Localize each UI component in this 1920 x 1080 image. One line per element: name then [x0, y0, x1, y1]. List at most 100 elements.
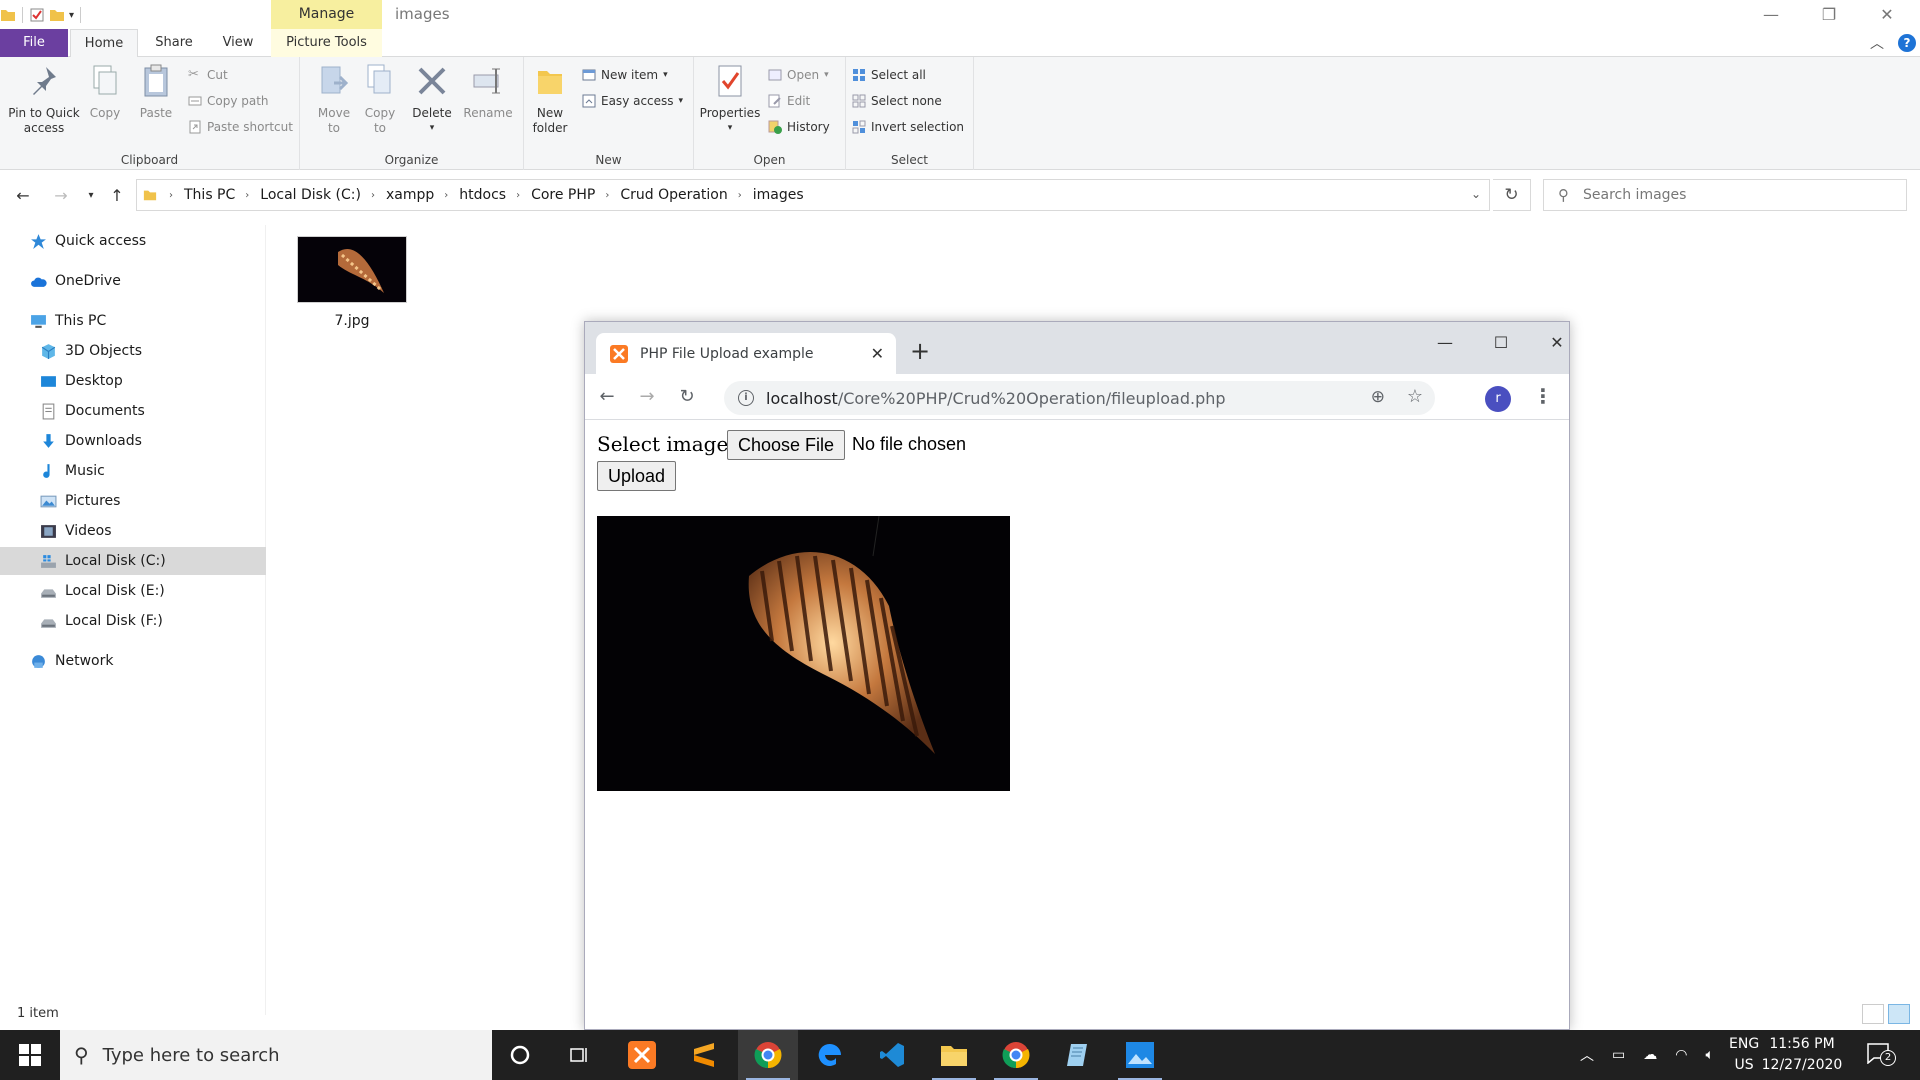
volume-icon[interactable]: 🔈︎ [1705, 1047, 1713, 1063]
breadcrumb-this-pc[interactable]: This PC [184, 187, 235, 203]
breadcrumb-core-php[interactable]: Core PHP [531, 187, 595, 203]
properties-button[interactable]: Properties ▾ [698, 63, 762, 136]
file-name-label[interactable]: 7.jpg [297, 313, 407, 329]
xampp-app-icon[interactable] [612, 1030, 672, 1080]
up-arrow-icon[interactable]: ↑ [106, 185, 128, 207]
tab-picture-tools[interactable]: Picture Tools [271, 29, 382, 57]
nav-downloads[interactable]: Downloads [0, 427, 266, 455]
nav-local-disk-c[interactable]: Local Disk (C:) [0, 547, 266, 575]
nav-quick-access[interactable]: Quick access [0, 227, 266, 255]
pin-quick-access-button[interactable]: Pin to Quick access [6, 63, 82, 136]
chrome-profile-app-icon[interactable] [986, 1030, 1046, 1080]
breadcrumb-crud-operation[interactable]: Crud Operation [620, 187, 727, 203]
profile-avatar[interactable]: r [1485, 386, 1511, 412]
rename-button[interactable]: Rename [462, 63, 514, 121]
close-icon[interactable]: ✕ [1858, 0, 1916, 29]
nav-pictures[interactable]: Pictures [0, 487, 266, 515]
delete-dropdown-icon[interactable]: ▾ [412, 121, 452, 136]
browser-reload-icon[interactable]: ↻ [675, 386, 699, 407]
nav-videos[interactable]: Videos [0, 517, 266, 545]
move-to-button[interactable]: Move to [314, 63, 354, 136]
taskbar-search-input[interactable]: Type here to search [103, 1045, 280, 1066]
notepad-app-icon[interactable] [1048, 1030, 1108, 1080]
show-hidden-icons-icon[interactable]: ︿ [1580, 1045, 1594, 1065]
chrome-menu-icon[interactable]: ⋮ [1533, 386, 1553, 406]
qat-dropdown-icon[interactable]: ▾ [69, 10, 74, 21]
recent-locations-icon[interactable]: ▾ [80, 185, 102, 207]
notification-center-icon[interactable]: 2 [1866, 1042, 1896, 1068]
address-bar[interactable]: › This PC › Local Disk (C:) › xampp › htdoc… [136, 179, 1490, 211]
tab-close-icon[interactable]: ✕ [871, 344, 884, 363]
choose-file-button[interactable]: Choose File [727, 430, 846, 460]
new-folder-button[interactable]: New folder [530, 63, 570, 136]
chrome-app-icon[interactable] [738, 1030, 798, 1080]
browser-back-icon[interactable]: ← [595, 386, 619, 407]
zoom-icon[interactable]: ⊕ [1371, 387, 1385, 407]
copy-to-button[interactable]: Copy to [360, 63, 400, 136]
tab-share[interactable]: Share [144, 29, 204, 57]
edge-app-icon[interactable] [800, 1030, 860, 1080]
battery-icon[interactable]: ▭ [1612, 1047, 1625, 1063]
upload-button[interactable]: Upload [597, 461, 677, 491]
help-icon[interactable]: ? [1898, 34, 1916, 52]
chrome-close-icon[interactable]: ✕ [1537, 328, 1569, 358]
browser-forward-icon[interactable]: → [635, 386, 659, 407]
cloud-sync-icon[interactable]: ☁ [1643, 1047, 1657, 1063]
breadcrumb-images[interactable]: images [753, 187, 804, 203]
minimize-icon[interactable]: — [1742, 0, 1800, 29]
search-input[interactable]: Search images [1583, 187, 1686, 203]
edit-button[interactable]: Edit [768, 91, 810, 111]
sublime-text-icon[interactable] [674, 1030, 734, 1080]
wifi-icon[interactable]: ◠ [1675, 1047, 1687, 1063]
url-bar[interactable]: i localhost/Core%20PHP/Crud%20Operation/… [724, 381, 1435, 415]
breadcrumb-root-chevron[interactable]: › [159, 190, 184, 201]
tab-manage[interactable]: Manage [271, 0, 382, 29]
breadcrumb-local-disk-c[interactable]: Local Disk (C:) [260, 187, 361, 203]
nav-network[interactable]: Network [0, 647, 266, 675]
large-icons-view-icon[interactable] [1888, 1004, 1910, 1024]
new-tab-icon[interactable]: + [910, 339, 930, 363]
tab-view[interactable]: View [208, 29, 268, 57]
task-view-icon[interactable] [550, 1030, 610, 1080]
nav-music[interactable]: Music [0, 457, 266, 485]
easy-access-button[interactable]: Easy access ▾ [582, 91, 683, 111]
nav-onedrive[interactable]: OneDrive [0, 267, 266, 295]
browser-tab[interactable]: PHP File Upload example ✕ [596, 333, 896, 374]
cortana-icon[interactable] [490, 1030, 550, 1080]
taskbar-search[interactable]: ⚲ Type here to search [60, 1030, 492, 1080]
invert-selection-button[interactable]: Invert selection [852, 117, 964, 137]
back-arrow-icon[interactable]: ← [12, 185, 34, 207]
paste-button[interactable]: Paste [136, 63, 176, 121]
nav-3d-objects[interactable]: 3D Objects [0, 337, 266, 365]
tab-home[interactable]: Home [70, 29, 138, 58]
breadcrumb-htdocs[interactable]: htdocs [459, 187, 506, 203]
open-button[interactable]: Open ▾ [768, 65, 829, 85]
nav-this-pc[interactable]: This PC [0, 307, 266, 335]
breadcrumb-xampp[interactable]: xampp [386, 187, 434, 203]
properties-checkbox-icon[interactable] [29, 7, 45, 23]
restore-icon[interactable]: ❐ [1800, 0, 1858, 29]
clock[interactable]: 11:56 PM 12/27/2020 [1756, 1034, 1848, 1076]
copy-path-button[interactable]: Copy path [188, 91, 269, 111]
properties-dropdown-icon[interactable]: ▾ [698, 121, 762, 136]
details-view-icon[interactable] [1862, 1004, 1884, 1024]
history-button[interactable]: History [768, 117, 830, 137]
nav-local-disk-f[interactable]: Local Disk (F:) [0, 607, 266, 635]
new-folder-icon[interactable] [49, 7, 65, 23]
start-button[interactable] [0, 1030, 60, 1080]
bookmark-star-icon[interactable]: ☆ [1407, 386, 1423, 407]
file-thumbnail[interactable] [297, 236, 407, 303]
site-info-icon[interactable]: i [738, 390, 754, 406]
nav-local-disk-e[interactable]: Local Disk (E:) [0, 577, 266, 605]
nav-documents[interactable]: Documents [0, 397, 266, 425]
refresh-icon[interactable]: ↻ [1493, 179, 1531, 211]
search-box[interactable]: ⚲ Search images [1543, 179, 1907, 211]
vscode-app-icon[interactable] [862, 1030, 922, 1080]
collapse-ribbon-icon[interactable]: ︿ [1870, 33, 1884, 53]
delete-button[interactable]: Delete ▾ [412, 63, 452, 136]
file-explorer-app-icon[interactable] [924, 1030, 984, 1080]
photos-app-icon[interactable] [1110, 1030, 1170, 1080]
paste-shortcut-button[interactable]: Paste shortcut [188, 117, 293, 137]
address-dropdown-icon[interactable]: ⌄ [1471, 187, 1481, 201]
select-none-button[interactable]: Select none [852, 91, 942, 111]
